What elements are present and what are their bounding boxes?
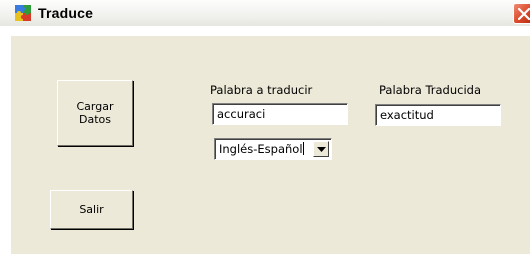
close-button[interactable] bbox=[513, 3, 530, 24]
puzzle-app-icon bbox=[14, 4, 32, 22]
source-word-input[interactable]: accuraci bbox=[212, 103, 348, 125]
title-bar[interactable]: Traduce bbox=[0, 0, 530, 26]
chevron-down-icon bbox=[317, 147, 326, 152]
close-icon bbox=[517, 7, 530, 21]
exit-button-label: Salir bbox=[79, 203, 104, 216]
exit-button[interactable]: Salir bbox=[50, 190, 133, 229]
load-data-button-label: Cargar Datos bbox=[76, 100, 114, 126]
text-caret bbox=[302, 142, 304, 155]
language-pair-select[interactable]: Inglés-Español bbox=[214, 138, 332, 160]
translated-word-output[interactable]: exactitud bbox=[375, 104, 501, 126]
language-pair-selected: Inglés-Español bbox=[219, 142, 304, 156]
translated-word-label: Palabra Traducida bbox=[379, 83, 482, 97]
source-word-label: Palabra a traducir bbox=[210, 83, 313, 97]
window-title: Traduce bbox=[38, 5, 94, 21]
dropdown-button[interactable] bbox=[313, 141, 329, 157]
load-data-button[interactable]: Cargar Datos bbox=[57, 80, 133, 146]
